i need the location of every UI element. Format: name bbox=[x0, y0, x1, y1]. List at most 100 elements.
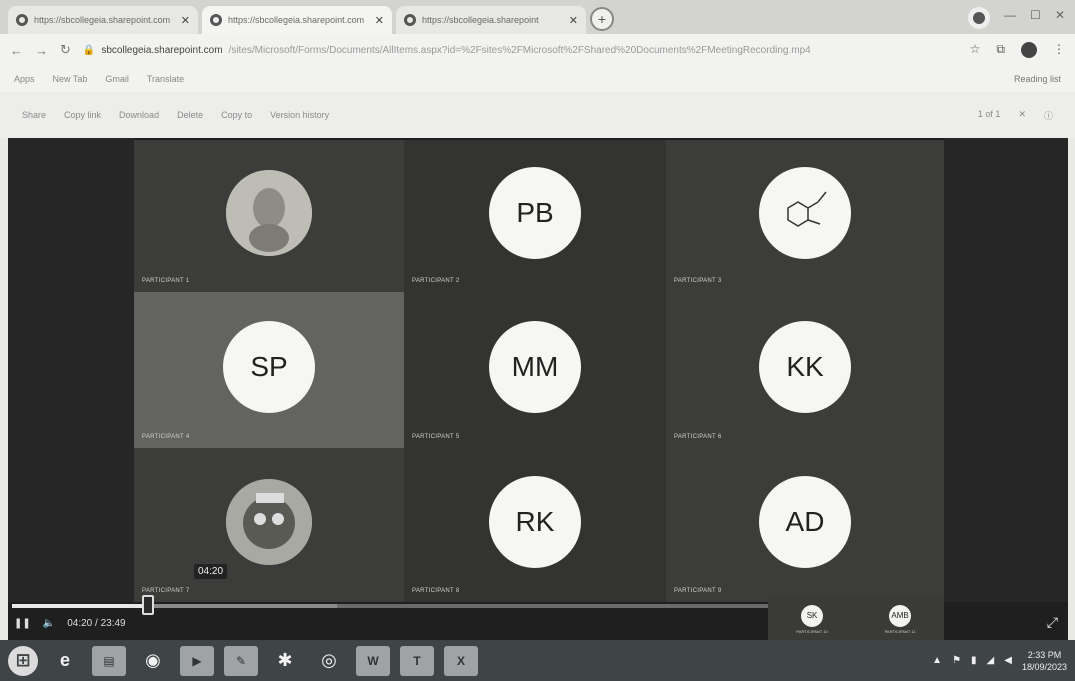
tray-arrow-icon[interactable]: ▲ bbox=[932, 655, 942, 666]
bookmark-apps[interactable]: Apps bbox=[14, 74, 35, 84]
browser-tab[interactable]: https://sbcollegeia.sharepoint ✕ bbox=[396, 6, 586, 34]
close-viewer-icon[interactable]: ✕ bbox=[1018, 109, 1026, 122]
participant-tile: Participant 1 bbox=[134, 140, 404, 292]
browser-tab-strip: https://sbcollegeia.sharepoint.com ✕ htt… bbox=[0, 0, 1075, 34]
start-button-icon[interactable]: ⊞ bbox=[8, 645, 38, 676]
tab-title: https://sbcollegeia.sharepoint.com bbox=[228, 15, 365, 25]
bookmarks-bar: Apps New Tab Gmail Translate Reading lis… bbox=[0, 66, 1075, 92]
seek-bar[interactable] bbox=[12, 595, 768, 615]
mini-name: Participant 11 bbox=[884, 628, 916, 634]
video-player[interactable]: Participant 1 PB Participant 2 Participa… bbox=[8, 138, 1068, 640]
copy-to-button[interactable]: Copy to bbox=[221, 110, 252, 120]
star-icon[interactable]: ☆ bbox=[970, 42, 981, 58]
extensions-icon[interactable]: ⧉ bbox=[996, 42, 1005, 58]
file-toolbar: Share Copy link Download Delete Copy to … bbox=[0, 92, 1075, 138]
participant-name: Participant 7 bbox=[142, 588, 190, 594]
share-button[interactable]: Share bbox=[22, 110, 46, 120]
url-domain: sbcollegeia.sharepoint.com bbox=[101, 44, 223, 56]
excel-icon[interactable]: X bbox=[444, 645, 478, 676]
address-bar-row: ← → ↻ 🔒 sbcollegeia.sharepoint.com /site… bbox=[0, 34, 1075, 66]
browser-tab[interactable]: https://sbcollegeia.sharepoint.com ✕ bbox=[8, 6, 198, 34]
clock-date: 18/09/2023 bbox=[1021, 661, 1067, 672]
minimize-icon[interactable]: — bbox=[1004, 8, 1016, 22]
word-icon[interactable]: W bbox=[356, 645, 390, 676]
back-icon[interactable]: ← bbox=[10, 43, 23, 58]
seek-handle[interactable] bbox=[142, 595, 155, 615]
bookmark-translate[interactable]: Translate bbox=[147, 74, 184, 84]
internet-explorer-icon[interactable]: e bbox=[48, 646, 82, 676]
bookmark-gmail[interactable]: Gmail bbox=[105, 74, 129, 84]
new-tab-button[interactable]: + bbox=[590, 7, 614, 31]
copy-link-button[interactable]: Copy link bbox=[64, 110, 101, 120]
participant-initials: AD bbox=[759, 475, 851, 568]
delete-button[interactable]: Delete bbox=[177, 110, 203, 120]
download-button[interactable]: Download bbox=[119, 110, 159, 120]
participant-tile: Participant 3 bbox=[666, 140, 944, 292]
media-icon[interactable]: ▶ bbox=[180, 645, 214, 676]
participant-photo bbox=[226, 169, 312, 256]
participant-initials: RK bbox=[489, 475, 581, 568]
mini-initials: SK bbox=[801, 604, 824, 627]
close-window-icon[interactable]: ✕ bbox=[1055, 8, 1065, 22]
mini-name: Participant 10 bbox=[796, 628, 828, 634]
profile-avatar-icon[interactable] bbox=[1021, 42, 1037, 58]
menu-icon[interactable]: ⋮ bbox=[1053, 42, 1065, 58]
bookmark-new-tab[interactable]: New Tab bbox=[53, 74, 88, 84]
close-tab-icon[interactable]: ✕ bbox=[181, 14, 190, 27]
chrome-icon bbox=[404, 14, 416, 26]
forward-icon[interactable]: → bbox=[35, 43, 48, 58]
clock-time: 2:33 PM bbox=[1027, 649, 1062, 660]
chrome-icon bbox=[210, 14, 222, 26]
network-icon[interactable]: ◢ bbox=[987, 655, 995, 666]
participant-tile: MM Participant 5 bbox=[404, 292, 666, 448]
mini-participant: SK Participant 10 bbox=[796, 604, 828, 634]
info-icon[interactable]: ⓘ bbox=[1044, 109, 1053, 122]
tab-title: https://sbcollegeia.sharepoint.com bbox=[34, 15, 171, 25]
volume-icon[interactable]: 🔈 bbox=[43, 618, 55, 629]
participant-name: Participant 4 bbox=[142, 434, 190, 440]
chrome-taskbar-icon[interactable]: ◎ bbox=[312, 646, 346, 676]
reading-list-button[interactable]: Reading list bbox=[1014, 74, 1061, 84]
chrome-icon bbox=[16, 14, 28, 26]
fullscreen-icon[interactable]: ⤢ bbox=[1047, 614, 1058, 631]
battery-icon[interactable]: ▮ bbox=[971, 655, 977, 666]
close-tab-icon[interactable]: ✕ bbox=[569, 14, 578, 27]
pause-icon[interactable]: ❚❚ bbox=[14, 618, 31, 629]
participant-tile: KK Participant 6 bbox=[666, 292, 944, 448]
bluetooth-icon[interactable]: ✱ bbox=[268, 646, 302, 676]
media-player-icon[interactable]: ◉ bbox=[136, 646, 170, 676]
participant-tile-active: SP Participant 4 bbox=[134, 292, 404, 448]
url-field[interactable]: 🔒 sbcollegeia.sharepoint.com /sites/Micr… bbox=[83, 38, 958, 62]
participant-tile: Participant 7 bbox=[134, 448, 404, 602]
mini-participant: AMB Participant 11 bbox=[884, 604, 916, 634]
participant-photo bbox=[226, 478, 312, 565]
lock-icon: 🔒 bbox=[82, 44, 96, 56]
participant-name: Participant 3 bbox=[674, 278, 722, 284]
participant-name: Participant 2 bbox=[412, 278, 460, 284]
player-controls: ❚❚ 🔈 04:20 / 23:49 bbox=[14, 618, 126, 629]
teams-icon[interactable]: T bbox=[400, 645, 434, 676]
tab-title: https://sbcollegeia.sharepoint bbox=[422, 15, 539, 25]
system-tray: ▲ ⚑ ▮ ◢ ◀ 2:33 PM 18/09/2023 bbox=[932, 649, 1067, 673]
window-controls: — ☐ ✕ bbox=[1004, 8, 1065, 22]
version-history-button[interactable]: Version history bbox=[270, 110, 329, 120]
clock[interactable]: 2:33 PM 18/09/2023 bbox=[1022, 649, 1067, 673]
participant-avatar-molecule bbox=[759, 166, 851, 259]
taskbar: ⊞ e ▤ ◉ ▶ ✎ ✱ ◎ W T X ▲ ⚑ ▮ ◢ ◀ 2:33 PM … bbox=[0, 640, 1075, 681]
participant-initials: PB bbox=[489, 166, 581, 259]
maximize-icon[interactable]: ☐ bbox=[1030, 8, 1041, 22]
close-tab-icon[interactable]: ✕ bbox=[375, 14, 384, 27]
browser-tab-active[interactable]: https://sbcollegeia.sharepoint.com ✕ bbox=[202, 6, 392, 34]
paint-icon[interactable]: ✎ bbox=[224, 645, 258, 676]
flag-icon[interactable]: ⚑ bbox=[952, 655, 961, 666]
video-left-margin bbox=[8, 138, 134, 602]
participant-name: Participant 1 bbox=[142, 278, 190, 284]
participant-tile: PB Participant 2 bbox=[404, 140, 666, 292]
played-fill bbox=[12, 604, 149, 608]
speaker-icon[interactable]: ◀ bbox=[1004, 655, 1012, 666]
participant-name: Participant 6 bbox=[674, 434, 722, 440]
seek-tooltip: 04:20 bbox=[194, 564, 228, 579]
file-explorer-icon[interactable]: ▤ bbox=[92, 645, 126, 676]
reload-icon[interactable]: ↻ bbox=[60, 42, 71, 58]
profile-icon[interactable] bbox=[968, 7, 990, 29]
